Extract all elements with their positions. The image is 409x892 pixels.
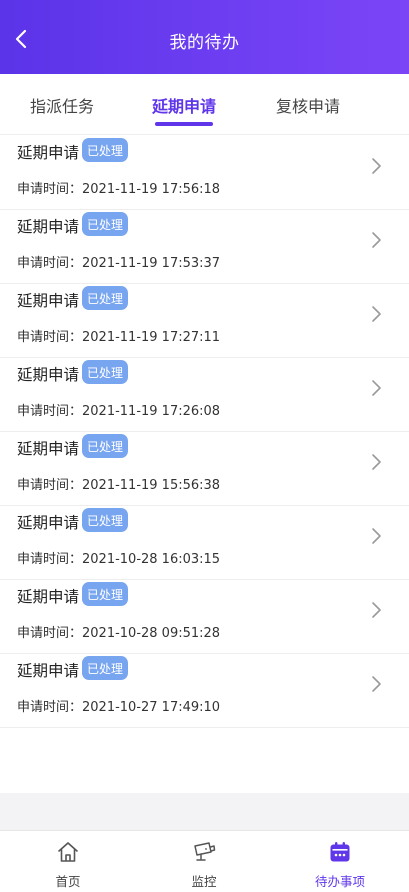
tab-assigned-tasks[interactable]: 指派任务 (0, 93, 130, 117)
chevron-right-icon (372, 676, 381, 692)
nav-label-todo: 待办事项 (314, 874, 365, 889)
list-item[interactable]: 延期申请 已处理 申请时间：2021-10-27 17:49:10 (0, 654, 409, 728)
status-badge: 已处理 (82, 656, 128, 680)
list-item[interactable]: 延期申请 已处理 申请时间：2021-11-19 17:53:37 (0, 210, 409, 284)
nav-label-monitor: 监控 (191, 874, 217, 889)
list-item[interactable]: 延期申请 已处理 申请时间：2021-11-19 17:56:18 (0, 136, 409, 210)
item-title: 延期申请 (17, 662, 80, 680)
status-badge: 已处理 (82, 286, 128, 310)
nav-label-home: 首页 (55, 874, 81, 889)
item-time: 申请时间：2021-11-19 15:56:38 (17, 478, 221, 493)
item-time: 申请时间：2021-11-19 17:56:18 (17, 182, 221, 197)
list-item[interactable]: 延期申请 已处理 申请时间：2021-11-19 15:56:38 (0, 432, 409, 506)
status-badge: 已处理 (82, 212, 128, 236)
item-time: 申请时间：2021-11-19 17:26:08 (17, 404, 221, 419)
chevron-right-icon (372, 158, 381, 174)
tab-review-request[interactable]: 复核申请 (240, 93, 376, 117)
status-badge: 已处理 (82, 508, 128, 532)
nav-todo[interactable]: 待办事项 (280, 831, 400, 892)
page-title: 我的待办 (169, 33, 240, 53)
item-title: 延期申请 (17, 440, 80, 458)
list-item[interactable]: 延期申请 已处理 申请时间：2021-10-28 16:03:15 (0, 506, 409, 580)
chevron-right-icon (372, 232, 381, 248)
status-badge: 已处理 (82, 434, 128, 458)
nav-monitor[interactable]: 监控 (144, 831, 264, 892)
list-footer-band (0, 793, 409, 830)
item-title: 延期申请 (17, 514, 80, 532)
list-item[interactable]: 延期申请 已处理 申请时间：2021-11-19 17:27:11 (0, 284, 409, 358)
item-title: 延期申请 (17, 292, 80, 310)
item-title: 延期申请 (17, 218, 80, 236)
status-badge: 已处理 (82, 360, 128, 384)
list-item[interactable]: 延期申请 已处理 申请时间：2021-10-28 09:51:28 (0, 580, 409, 654)
item-time: 申请时间：2021-10-28 09:51:28 (17, 626, 221, 641)
chevron-right-icon (372, 454, 381, 470)
item-time: 申请时间：2021-10-28 16:03:15 (17, 552, 221, 567)
home-icon (58, 842, 78, 862)
item-title: 延期申请 (17, 144, 80, 162)
chevron-right-icon (372, 528, 381, 544)
request-list: 延期申请 已处理 申请时间：2021-11-19 17:56:18 延期申请 已… (0, 136, 409, 728)
tab-extension-request[interactable]: 延期申请 (116, 93, 252, 117)
tab-bar: 指派任务 延期申请 复核申请 (0, 74, 409, 135)
chevron-right-icon (372, 380, 381, 396)
item-title: 延期申请 (17, 366, 80, 384)
item-time: 申请时间：2021-11-19 17:53:37 (17, 256, 221, 271)
bottom-nav: 首页 监控 待办事项 (0, 830, 409, 892)
chevron-right-icon (372, 602, 381, 618)
camera-icon (194, 842, 216, 861)
nav-home[interactable]: 首页 (8, 831, 128, 892)
chevron-right-icon (372, 306, 381, 322)
list-item[interactable]: 延期申请 已处理 申请时间：2021-11-19 17:26:08 (0, 358, 409, 432)
status-badge: 已处理 (82, 138, 128, 162)
active-tab-indicator (155, 122, 213, 126)
item-time: 申请时间：2021-11-19 17:27:11 (17, 330, 221, 345)
calendar-icon (330, 842, 350, 862)
status-badge: 已处理 (82, 582, 128, 606)
item-title: 延期申请 (17, 588, 80, 606)
header-bar: 我的待办 (0, 0, 409, 74)
item-time: 申请时间：2021-10-27 17:49:10 (17, 700, 221, 715)
